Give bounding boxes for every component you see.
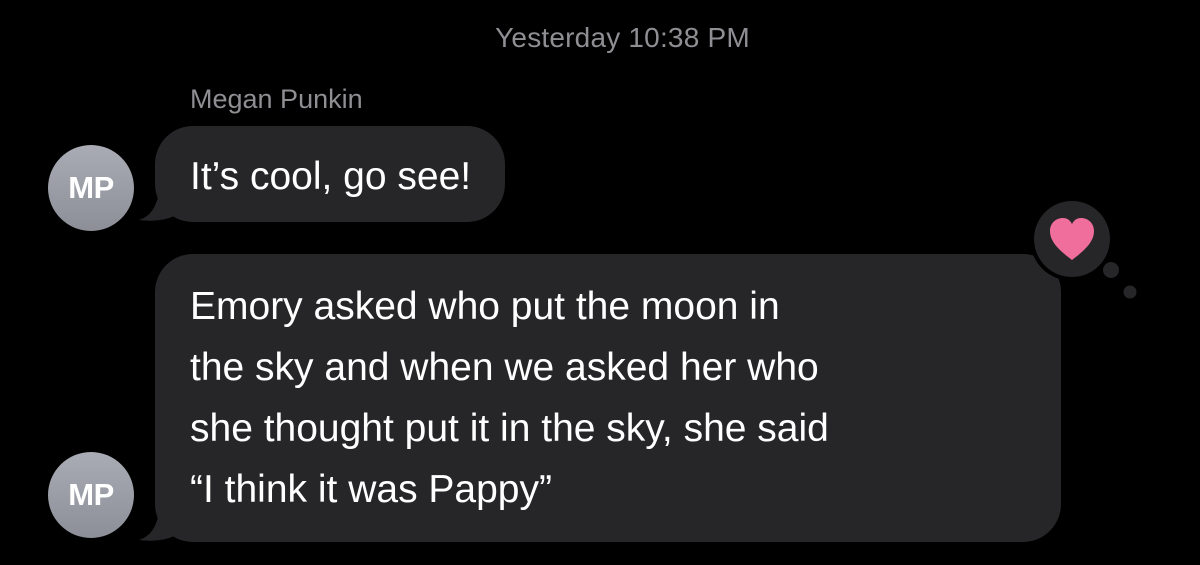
message-bubble[interactable]: It’s cool, go see! bbox=[155, 126, 506, 222]
message-text-line: “I think it was Pappy” bbox=[190, 468, 552, 511]
tapback-reaction[interactable] bbox=[1026, 190, 1126, 290]
message-text: It’s cool, go see! bbox=[190, 155, 472, 198]
message-row: It’s cool, go see! bbox=[139, 126, 506, 222]
sender-name: Megan Punkin bbox=[190, 84, 363, 114]
avatar[interactable]: MP bbox=[48, 145, 134, 231]
message-text-line: she thought put it in the sky, she said bbox=[190, 407, 829, 450]
timestamp: Yesterday 10:38 PM bbox=[495, 22, 750, 53]
avatar[interactable]: MP bbox=[48, 452, 134, 538]
message-bubble[interactable]: Emory asked who put the moon in the sky … bbox=[155, 254, 1061, 542]
message-row: Emory asked who put the moon in the sky … bbox=[139, 254, 1061, 542]
message-text-line: Emory asked who put the moon in bbox=[190, 285, 780, 328]
message-text-line: the sky and when we asked her who bbox=[190, 346, 819, 389]
